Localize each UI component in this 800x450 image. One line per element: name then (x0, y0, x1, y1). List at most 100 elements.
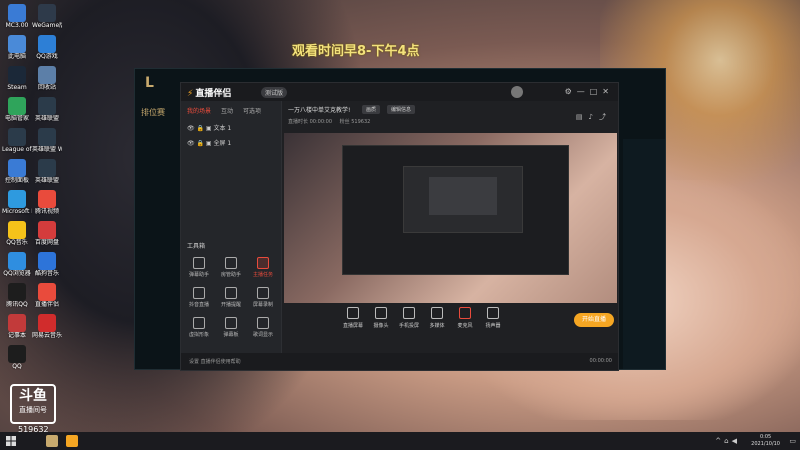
avatar[interactable] (511, 86, 523, 98)
source-icon (403, 307, 415, 319)
tool-icon (225, 257, 237, 269)
go-live-button[interactable]: 开始直播 (574, 313, 614, 327)
scene-item-text[interactable]: 👁 🔒 ▣ 文本 1 (181, 120, 281, 135)
tool-icon (193, 257, 205, 269)
source-icon (347, 307, 359, 319)
preview-nested-window-2 (403, 166, 523, 233)
tool-icon (225, 317, 237, 329)
close-icon[interactable]: ✕ (602, 87, 614, 96)
tool-label: 抖音直播 (188, 302, 209, 308)
notification-icon[interactable]: ▭ (789, 437, 796, 445)
desktop-icon[interactable]: 记事本 (2, 314, 32, 339)
scene-item-fullscreen[interactable]: 👁 🔒 ▣ 全屏 1 (181, 135, 281, 150)
taskbar-clock[interactable]: 0:05 2021/10/10 (751, 434, 780, 448)
source-button[interactable]: 扬声器 (480, 307, 506, 329)
desktop-icon-label: 直播伴侣 (34, 301, 59, 308)
desktop-icon[interactable]: League of Legends (2, 128, 32, 153)
desktop-icon[interactable]: QQ游戏 (32, 35, 62, 60)
desktop-icon[interactable]: 控制面板 (2, 159, 32, 184)
chevron-up-icon[interactable]: ^ (715, 437, 724, 445)
app-icon (38, 190, 56, 208)
stat-fans: 粉丝 519632 (339, 119, 371, 125)
source-button[interactable]: 麦克风 (452, 307, 478, 329)
share-icon[interactable]: ⤴ (599, 113, 612, 121)
tool-item[interactable]: 弹幕助手 (183, 257, 215, 278)
tool-item[interactable]: 屏幕录制 (247, 287, 279, 308)
source-button[interactable]: 摄像头 (368, 307, 394, 329)
desktop-icon[interactable]: 腾讯视频 (32, 190, 62, 215)
desktop-icon[interactable]: QQ音乐 (2, 221, 32, 246)
source-button[interactable]: 多媒体 (424, 307, 450, 329)
tab-options[interactable]: 可选项 (243, 106, 261, 115)
source-button[interactable]: 直播屏幕 (340, 307, 366, 329)
desktop-icon[interactable]: 此电脑 (2, 35, 32, 60)
source-button[interactable]: 手机投屏 (396, 307, 422, 329)
desktop-icon-label: 酷狗音乐 (34, 270, 59, 277)
stream-preview[interactable] (284, 133, 617, 303)
tool-item[interactable]: 开播提醒 (215, 287, 247, 308)
shop-icon[interactable]: ▤ (576, 113, 589, 121)
tool-item[interactable]: 虚拟形象 (183, 317, 215, 338)
app-icon (38, 128, 56, 146)
desktop-icon[interactable]: MC3.00 (2, 4, 32, 29)
source-label: 扬声器 (485, 323, 501, 329)
network-icon[interactable]: ⌂ (724, 437, 731, 445)
tab-scenes[interactable]: 我的场景 (187, 106, 211, 115)
maximize-icon[interactable]: □ (590, 87, 603, 96)
taskbar-live-icon[interactable] (66, 435, 78, 447)
desktop-icon[interactable]: QQ (2, 345, 32, 370)
status-help[interactable]: 设置 直播伴侣使用帮助 (189, 358, 241, 365)
tool-item[interactable]: 歌词显示 (247, 317, 279, 338)
tool-icon (257, 317, 269, 329)
edit-info-chip[interactable]: 编辑信息 (387, 105, 416, 114)
desktop-icon-label: 控制面板 (4, 177, 29, 184)
desktop-icon-label: 此电脑 (7, 53, 26, 60)
desktop-icon[interactable]: 腾讯QQ (2, 283, 32, 308)
desktop-icon[interactable]: Steam (2, 66, 32, 91)
tool-item[interactable]: 弹幕板 (215, 317, 247, 338)
tool-item[interactable]: 房管助手 (215, 257, 247, 278)
quality-chip[interactable]: 画质 (362, 105, 381, 114)
streaming-app-window[interactable]: ⚡ 直播伴侣 测试版 ⚙—□✕ 我的场景 互动 可选项 👁 🔒 ▣ 文本 1 👁 … (180, 82, 619, 371)
tool-icon (257, 257, 269, 269)
main-toolbar[interactable]: ▤♪⤴ (576, 112, 612, 122)
desktop-icon[interactable]: 网易云音乐 (32, 314, 62, 339)
tab-interact[interactable]: 互动 (221, 106, 233, 115)
toolbox-title: 工具箱 (187, 243, 206, 250)
desktop-icon[interactable]: 百度网盘 (32, 221, 62, 246)
desktop-icon[interactable]: 电脑管家 (2, 97, 32, 122)
desktop-icon[interactable]: 英雄联盟 WeGame版 (32, 128, 62, 153)
stream-title[interactable]: 一万八楼中单艾克教学! (288, 105, 350, 114)
settings-icon[interactable]: ⚙ (565, 87, 577, 96)
app-icon (8, 66, 26, 84)
desktop-icon[interactable]: 酷狗音乐 (32, 252, 62, 277)
bell-icon[interactable]: ♪ (589, 113, 599, 121)
desktop-icon[interactable]: 回收站 (32, 66, 62, 91)
douyu-watermark: 斗鱼 直播间号 (10, 384, 56, 424)
desktop-icon[interactable]: 英雄联盟 (32, 159, 62, 184)
stream-overlay-text: 观看时间早8-下午4点 (292, 2, 420, 62)
overlay-schedule: 观看时间早8-下午4点 (292, 44, 420, 59)
app-sidebar: 我的场景 互动 可选项 👁 🔒 ▣ 文本 1 👁 🔒 ▣ 全屏 1 工具箱 弹幕… (181, 101, 282, 353)
desktop-icon[interactable]: 英雄联盟 (32, 97, 62, 122)
taskbar-lol-icon[interactable] (46, 435, 58, 447)
desktop-icon[interactable]: QQ浏览器 (2, 252, 32, 277)
tool-label: 歌词显示 (252, 332, 273, 338)
desktop-icon[interactable]: WeGame版 (32, 4, 62, 29)
system-tray[interactable]: ^⌂◀ (715, 437, 740, 445)
lol-logo: L (145, 75, 154, 91)
tool-item[interactable]: 抖音直播 (183, 287, 215, 308)
volume-icon[interactable]: ◀ (732, 437, 740, 445)
windows-start-icon[interactable] (6, 436, 16, 446)
stream-stats: 直播时长 00:00:00 粉丝 519632 (288, 118, 376, 125)
tool-label: 弹幕板 (223, 332, 239, 338)
desktop-icon-label: QQ游戏 (36, 53, 58, 60)
desktop-icon[interactable]: 直播伴侣 (32, 283, 62, 308)
tool-item[interactable]: 主播任务 (247, 257, 279, 278)
tool-icon (257, 287, 269, 299)
desktop-icon[interactable]: Microsoft Edge (2, 190, 32, 215)
lol-right-panel (623, 139, 665, 369)
window-controls[interactable]: ⚙—□✕ (565, 87, 614, 96)
app-icon (8, 252, 26, 270)
minimize-icon[interactable]: — (577, 87, 590, 96)
